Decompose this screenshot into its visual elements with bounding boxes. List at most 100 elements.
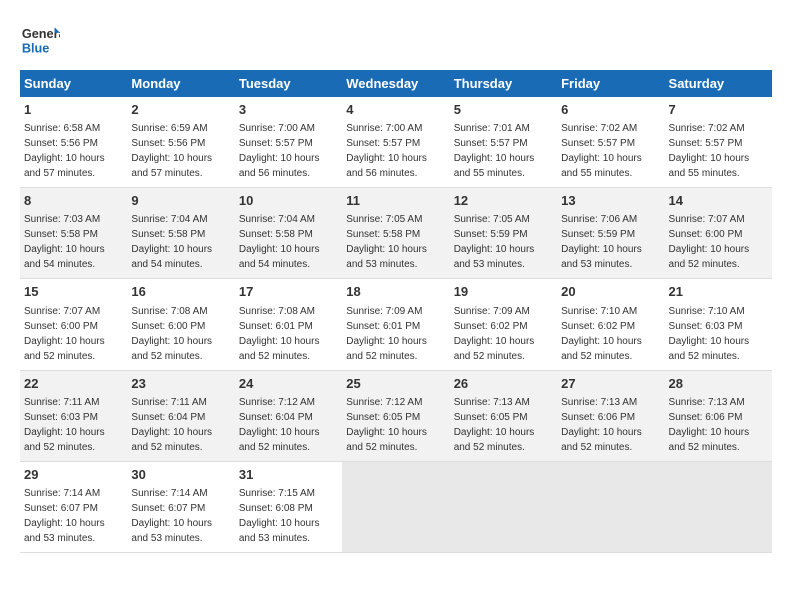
day-number: 19 [454,283,553,301]
day-info: Sunrise: 7:02 AMSunset: 5:57 PMDaylight:… [669,123,750,179]
logo-icon: General Blue [20,20,60,60]
day-number: 18 [346,283,445,301]
calendar-week-row: 1Sunrise: 6:58 AMSunset: 5:56 PMDaylight… [20,97,772,188]
column-header-saturday: Saturday [665,70,772,97]
calendar-week-row: 8 Sunrise: 7:03 AMSunset: 5:58 PMDaylight… [20,188,772,279]
calendar-day: 4 Sunrise: 7:00 AMSunset: 5:57 PMDaylight… [342,97,449,188]
calendar-week-row: 22 Sunrise: 7:11 AMSunset: 6:03 PMDayligh… [20,370,772,461]
day-info: Sunrise: 7:03 AMSunset: 5:58 PMDaylight:… [24,214,105,270]
calendar-day: 22 Sunrise: 7:11 AMSunset: 6:03 PMDayligh… [20,370,127,461]
calendar-day: 2 Sunrise: 6:59 AMSunset: 5:56 PMDaylight… [127,97,234,188]
day-number: 30 [131,466,230,484]
day-info: Sunrise: 7:07 AMSunset: 6:00 PMDaylight:… [24,306,105,362]
calendar-table: SundayMondayTuesdayWednesdayThursdayFrid… [20,70,772,553]
day-number: 28 [669,375,768,393]
day-number: 27 [561,375,660,393]
calendar-header-row: SundayMondayTuesdayWednesdayThursdayFrid… [20,70,772,97]
day-number: 29 [24,466,123,484]
calendar-day: 20Sunrise: 7:10 AMSunset: 6:02 PMDayligh… [557,279,664,370]
day-number: 23 [131,375,230,393]
day-info: Sunrise: 7:10 AMSunset: 6:03 PMDaylight:… [669,306,750,362]
day-info: Sunrise: 7:00 AMSunset: 5:57 PMDaylight:… [346,123,427,179]
day-info: Sunrise: 7:14 AMSunset: 6:07 PMDaylight:… [24,488,105,544]
day-number: 21 [669,283,768,301]
calendar-day: 23 Sunrise: 7:11 AMSunset: 6:04 PMDayligh… [127,370,234,461]
day-number: 22 [24,375,123,393]
calendar-day: 28 Sunrise: 7:13 AMSunset: 6:06 PMDayligh… [665,370,772,461]
calendar-day: 15 Sunrise: 7:07 AMSunset: 6:00 PMDayligh… [20,279,127,370]
day-info: Sunrise: 7:15 AMSunset: 6:08 PMDaylight:… [239,488,320,544]
calendar-day: 16 Sunrise: 7:08 AMSunset: 6:00 PMDayligh… [127,279,234,370]
day-number: 11 [346,192,445,210]
day-number: 4 [346,101,445,119]
empty-cell [450,461,557,552]
day-info: Sunrise: 7:09 AMSunset: 6:02 PMDaylight:… [454,306,535,362]
calendar-week-row: 29 Sunrise: 7:14 AMSunset: 6:07 PMDayligh… [20,461,772,552]
calendar-day: 17 Sunrise: 7:08 AMSunset: 6:01 PMDayligh… [235,279,342,370]
day-number: 26 [454,375,553,393]
day-info: Sunrise: 7:12 AMSunset: 6:04 PMDaylight:… [239,397,320,453]
calendar-day: 29 Sunrise: 7:14 AMSunset: 6:07 PMDayligh… [20,461,127,552]
day-info: Sunrise: 7:02 AMSunset: 5:57 PMDaylight:… [561,123,642,179]
day-info: Sunrise: 6:58 AMSunset: 5:56 PMDaylight:… [24,123,105,179]
day-number: 7 [669,101,768,119]
day-info: Sunrise: 7:05 AMSunset: 5:58 PMDaylight:… [346,214,427,270]
day-number: 10 [239,192,338,210]
day-info: Sunrise: 7:11 AMSunset: 6:03 PMDaylight:… [24,397,105,453]
calendar-day: 10Sunrise: 7:04 AMSunset: 5:58 PMDayligh… [235,188,342,279]
calendar-day: 11 Sunrise: 7:05 AMSunset: 5:58 PMDayligh… [342,188,449,279]
column-header-tuesday: Tuesday [235,70,342,97]
day-info: Sunrise: 7:01 AMSunset: 5:57 PMDaylight:… [454,123,535,179]
calendar-day: 6 Sunrise: 7:02 AMSunset: 5:57 PMDaylight… [557,97,664,188]
day-number: 13 [561,192,660,210]
calendar-day: 13 Sunrise: 7:06 AMSunset: 5:59 PMDayligh… [557,188,664,279]
day-info: Sunrise: 6:59 AMSunset: 5:56 PMDaylight:… [131,123,212,179]
day-number: 12 [454,192,553,210]
day-info: Sunrise: 7:09 AMSunset: 6:01 PMDaylight:… [346,306,427,362]
day-info: Sunrise: 7:13 AMSunset: 6:06 PMDaylight:… [669,397,750,453]
svg-text:General: General [22,26,60,41]
calendar-day: 9Sunrise: 7:04 AMSunset: 5:58 PMDaylight… [127,188,234,279]
day-info: Sunrise: 7:07 AMSunset: 6:00 PMDaylight:… [669,214,750,270]
logo: General Blue [20,20,64,60]
column-header-thursday: Thursday [450,70,557,97]
day-number: 16 [131,283,230,301]
day-number: 25 [346,375,445,393]
day-number: 8 [24,192,123,210]
day-number: 15 [24,283,123,301]
day-info: Sunrise: 7:14 AMSunset: 6:07 PMDaylight:… [131,488,212,544]
day-number: 17 [239,283,338,301]
day-info: Sunrise: 7:06 AMSunset: 5:59 PMDaylight:… [561,214,642,270]
day-number: 24 [239,375,338,393]
day-number: 14 [669,192,768,210]
day-info: Sunrise: 7:13 AMSunset: 6:05 PMDaylight:… [454,397,535,453]
calendar-day: 8 Sunrise: 7:03 AMSunset: 5:58 PMDaylight… [20,188,127,279]
page-header: General Blue [20,20,772,60]
column-header-monday: Monday [127,70,234,97]
column-header-friday: Friday [557,70,664,97]
calendar-day: 30 Sunrise: 7:14 AMSunset: 6:07 PMDayligh… [127,461,234,552]
calendar-day: 21 Sunrise: 7:10 AMSunset: 6:03 PMDayligh… [665,279,772,370]
calendar-day: 1Sunrise: 6:58 AMSunset: 5:56 PMDaylight… [20,97,127,188]
calendar-day: 14 Sunrise: 7:07 AMSunset: 6:00 PMDayligh… [665,188,772,279]
calendar-day: 27Sunrise: 7:13 AMSunset: 6:06 PMDayligh… [557,370,664,461]
svg-text:Blue: Blue [22,41,50,56]
day-number: 6 [561,101,660,119]
calendar-day: 25Sunrise: 7:12 AMSunset: 6:05 PMDayligh… [342,370,449,461]
day-info: Sunrise: 7:08 AMSunset: 6:01 PMDaylight:… [239,306,320,362]
day-info: Sunrise: 7:11 AMSunset: 6:04 PMDaylight:… [131,397,212,453]
day-info: Sunrise: 7:10 AMSunset: 6:02 PMDaylight:… [561,306,642,362]
day-number: 2 [131,101,230,119]
calendar-day: 26 Sunrise: 7:13 AMSunset: 6:05 PMDayligh… [450,370,557,461]
calendar-day: 19 Sunrise: 7:09 AMSunset: 6:02 PMDayligh… [450,279,557,370]
day-info: Sunrise: 7:08 AMSunset: 6:00 PMDaylight:… [131,306,212,362]
calendar-day: 31Sunrise: 7:15 AMSunset: 6:08 PMDayligh… [235,461,342,552]
calendar-day: 12 Sunrise: 7:05 AMSunset: 5:59 PMDayligh… [450,188,557,279]
day-info: Sunrise: 7:05 AMSunset: 5:59 PMDaylight:… [454,214,535,270]
calendar-week-row: 15 Sunrise: 7:07 AMSunset: 6:00 PMDayligh… [20,279,772,370]
column-header-sunday: Sunday [20,70,127,97]
calendar-day: 7 Sunrise: 7:02 AMSunset: 5:57 PMDaylight… [665,97,772,188]
day-number: 3 [239,101,338,119]
empty-cell [665,461,772,552]
calendar-day: 3Sunrise: 7:00 AMSunset: 5:57 PMDaylight… [235,97,342,188]
